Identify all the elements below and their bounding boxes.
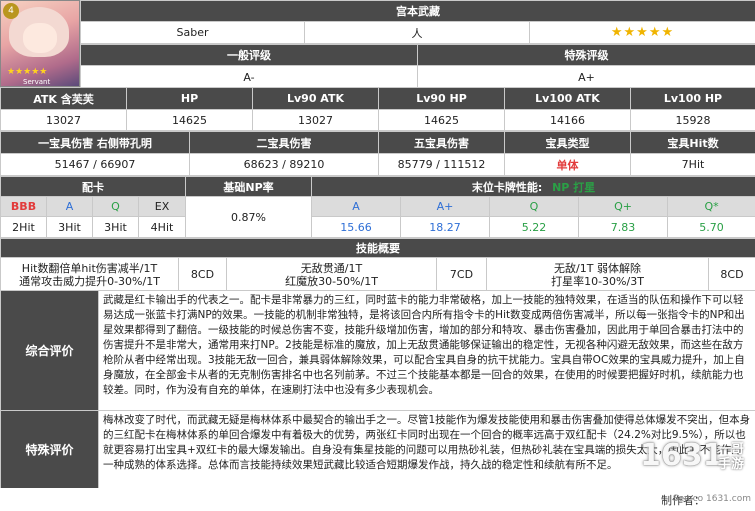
stats-block: ATK 含芙芙 HP Lv90 ATK Lv90 HP Lv100 ATK Lv… bbox=[0, 87, 755, 292]
servant-attribute: 人 bbox=[304, 21, 530, 44]
general-eval-label: 综合评价 bbox=[0, 290, 99, 411]
perf-value: 5.22 bbox=[489, 216, 579, 238]
stat-header: HP bbox=[126, 87, 253, 110]
special-rating-value: A+ bbox=[417, 65, 755, 89]
portrait-face-shape bbox=[23, 23, 57, 53]
np-damage-5: 85779 / 111512 bbox=[378, 153, 505, 176]
np-header: 宝具类型 bbox=[504, 131, 631, 154]
logo-number: 1631 bbox=[640, 438, 724, 473]
portrait-label: Servant bbox=[23, 78, 51, 86]
perf-value: 5.70 bbox=[666, 216, 755, 238]
site-logo: 1631 一哥 手游 bbox=[640, 436, 752, 492]
skill-1-line: 通常攻击威力提升0-30%/1T bbox=[19, 274, 160, 288]
perf-value: 7.83 bbox=[578, 216, 668, 238]
stat-value: 14625 bbox=[126, 109, 253, 131]
np-header: 二宝具伤害 bbox=[189, 131, 379, 154]
portrait-stars: ★★★★★ bbox=[7, 67, 48, 77]
card-hits: 2Hit bbox=[0, 216, 47, 238]
np-damage-2: 68623 / 89210 bbox=[189, 153, 379, 176]
np-rate-label: 基础NP率 bbox=[185, 176, 312, 197]
stat-header: Lv100 HP bbox=[630, 87, 755, 110]
stat-header: Lv100 ATK bbox=[504, 87, 631, 110]
perf-header: A bbox=[311, 196, 401, 217]
card-hits: 3Hit bbox=[92, 216, 139, 238]
servant-class: Saber bbox=[80, 21, 305, 44]
logo-text-line: 手游 bbox=[718, 457, 745, 472]
stat-value: 13027 bbox=[0, 109, 127, 131]
site-watermark: Sen.co 1631.com bbox=[672, 494, 751, 504]
card-hits: 3Hit bbox=[46, 216, 93, 238]
skill-1-line: Hit数翻倍单hit伤害减半/1T bbox=[21, 261, 158, 275]
card-type-arts: A bbox=[46, 196, 93, 217]
np-rate-value: 0.87% bbox=[185, 196, 312, 238]
perf-header: Q bbox=[489, 196, 579, 217]
stat-value: 14166 bbox=[504, 109, 631, 131]
general-rating-value: A- bbox=[80, 65, 418, 89]
skill-1-cd: 8CD bbox=[178, 257, 227, 292]
np-header: 五宝具伤害 bbox=[378, 131, 505, 154]
class-badge-icon: 4 bbox=[3, 3, 19, 19]
skill-3-cd: 8CD bbox=[708, 257, 755, 292]
special-eval-label: 特殊评价 bbox=[0, 410, 99, 489]
stat-header: Lv90 ATK bbox=[252, 87, 379, 110]
servant-portrait: 4 ★★★★★ Servant bbox=[0, 0, 80, 87]
np-header: 一宝具伤害 右侧带孔明 bbox=[0, 131, 190, 154]
skill-1-desc: Hit数翻倍单hit伤害减半/1T 通常攻击威力提升0-30%/1T bbox=[0, 257, 179, 292]
stat-value: 13027 bbox=[252, 109, 379, 131]
skill-2-cd: 7CD bbox=[436, 257, 487, 292]
card-type-extra: EX bbox=[138, 196, 186, 217]
card-hits: 4Hit bbox=[138, 216, 186, 238]
header-block: 宫本武藏 Saber 人 ★★★★★ 一般评级 特殊评级 A- A+ bbox=[80, 0, 755, 89]
last-card-extra: NP 打星 bbox=[552, 180, 596, 194]
stat-value: 14625 bbox=[378, 109, 505, 131]
servant-info-card: 4 ★★★★★ Servant 宫本武藏 Saber 人 ★★★★★ 一般评级 … bbox=[0, 0, 755, 511]
perf-value: 15.66 bbox=[311, 216, 401, 238]
skill-3-line: 无敌/1T 弱体解除 bbox=[554, 261, 641, 275]
stat-header: ATK 含芙芙 bbox=[0, 87, 127, 110]
special-rating-label: 特殊评级 bbox=[417, 44, 755, 66]
perf-header: Q+ bbox=[578, 196, 668, 217]
skills-title: 技能概要 bbox=[0, 238, 755, 258]
last-card-title: 末位卡牌性能: bbox=[471, 180, 543, 194]
np-hits: 7Hit bbox=[630, 153, 755, 176]
logo-text: 一哥 手游 bbox=[718, 442, 744, 472]
skill-2-line: 无敌贯通/1T bbox=[300, 261, 363, 275]
np-header: 宝具Hit数 bbox=[630, 131, 755, 154]
stat-header: Lv90 HP bbox=[378, 87, 505, 110]
stat-value: 15928 bbox=[630, 109, 755, 131]
card-label: 配卡 bbox=[0, 176, 186, 197]
general-rating-label: 一般评级 bbox=[80, 44, 418, 66]
np-damage-1: 51467 / 66907 bbox=[0, 153, 190, 176]
np-type: 单体 bbox=[504, 153, 631, 176]
rarity-stars: ★★★★★ bbox=[529, 21, 755, 44]
perf-header: Q* bbox=[666, 196, 755, 217]
perf-header: A+ bbox=[400, 196, 490, 217]
card-type-quick: Q bbox=[92, 196, 139, 217]
perf-value: 18.27 bbox=[400, 216, 490, 238]
general-eval-text: 武藏是红卡输出手的代表之一。配卡是非常暴力的三红，同时蓝卡的能力非常破格，加上一… bbox=[98, 290, 755, 411]
skill-3-line: 打星率10-30%/3T bbox=[551, 274, 644, 288]
skill-2-desc: 无敌贯通/1T 红魔放30-50%/1T bbox=[226, 257, 437, 292]
last-card-label: 末位卡牌性能: NP 打星 bbox=[310, 176, 755, 197]
card-type-buster: BBB bbox=[0, 196, 47, 217]
servant-name: 宫本武藏 bbox=[80, 0, 755, 22]
skill-2-line: 红魔放30-50%/1T bbox=[285, 274, 378, 288]
logo-text-line: 一哥 bbox=[718, 442, 745, 457]
skill-3-desc: 无敌/1T 弱体解除 打星率10-30%/3T bbox=[486, 257, 709, 292]
